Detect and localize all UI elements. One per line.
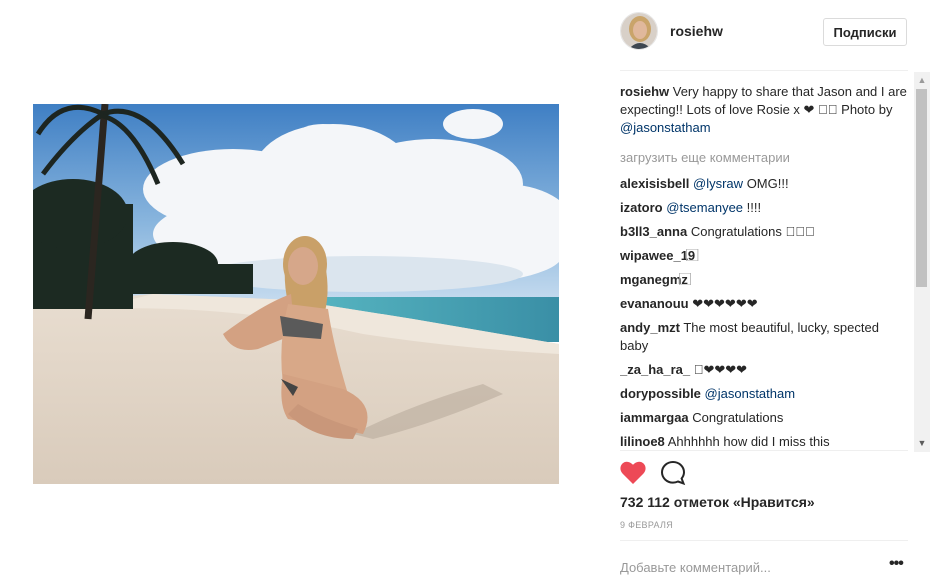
comment-text: ❤❤❤❤❤❤ [692, 296, 758, 311]
scroll-down-arrow-icon[interactable]: ▼ [914, 435, 930, 451]
post-actions [620, 460, 740, 486]
comment-item: lilinoe8 Ahhhhhh how did I miss this [620, 433, 910, 447]
post-header: rosiehw Подписки [620, 10, 908, 55]
scroll-thumb[interactable] [916, 89, 927, 287]
divider [620, 70, 908, 71]
load-more-comments[interactable]: загрузить еще комментарии [620, 149, 910, 167]
comment-username[interactable]: b3ll3_anna [620, 224, 687, 239]
post-date[interactable]: 9 ФЕВРАЛЯ [620, 520, 673, 530]
comment-text: Congratulations [692, 410, 784, 425]
comment-item: iammargaa Congratulations [620, 409, 910, 427]
likes-count[interactable]: 732 112 отметок «Нравится» [620, 494, 815, 510]
comment-username[interactable]: iammargaa [620, 410, 689, 425]
divider [620, 540, 908, 541]
comment-item: andy_mzt The most beautiful, lucky, spec… [620, 319, 910, 355]
comment-icon[interactable] [660, 460, 686, 486]
comment-item: alexisisbell @lysraw OMG!!! [620, 175, 910, 193]
divider [620, 450, 908, 451]
comment-username[interactable]: _za_ha_ra_ [620, 362, 690, 377]
comment-item: evananouu ❤❤❤❤❤❤ [620, 295, 910, 313]
comment-item: wipawee_19 ⃞⃞⃞⃞ [620, 247, 910, 265]
comment-text: ⃞⃞⃞⃞⃞ [691, 272, 693, 287]
comment-username[interactable]: wipawee_19 [620, 248, 695, 263]
author-username[interactable]: rosiehw [670, 23, 723, 39]
comment-item: dorypossible @jasonstatham [620, 385, 910, 403]
comment-item: mganegmz ⃞⃞⃞⃞⃞ [620, 271, 910, 289]
caption-mention[interactable]: @jasonstatham [620, 120, 711, 135]
comment-item: izatoro @tsemanyee !!!! [620, 199, 910, 217]
comments-scrollbar[interactable]: ▲ ▼ [914, 72, 930, 452]
add-comment-input[interactable] [620, 556, 870, 578]
post-photo[interactable] [33, 104, 559, 484]
comment-text: ⃞⃞⃞⃞ [698, 248, 700, 263]
comment-username[interactable]: dorypossible [620, 386, 701, 401]
comment-text: Congratulations ⃞⃞⃞ [690, 224, 815, 239]
comment-username[interactable]: andy_mzt [620, 320, 680, 335]
comment-username[interactable]: mganegmz [620, 272, 688, 287]
comment-text: !!!! [746, 200, 762, 215]
comment-text: Ahhhhhh how did I miss this [667, 434, 830, 447]
comment-mention[interactable]: @tsemanyee [666, 200, 743, 215]
comment-username[interactable]: evananouu [620, 296, 689, 311]
avatar[interactable] [620, 12, 658, 50]
comment-mention[interactable]: @jasonstatham [705, 386, 796, 401]
caption: rosiehw Very happy to share that Jason a… [620, 83, 910, 137]
more-options-icon[interactable]: ••• [889, 556, 909, 575]
comment-username[interactable]: alexisisbell [620, 176, 689, 191]
comment-text: ⃞❤❤❤❤ [703, 362, 748, 377]
follow-button[interactable]: Подписки [823, 18, 907, 46]
caption-username[interactable]: rosiehw [620, 84, 669, 99]
comment-text: OMG!!! [746, 176, 789, 191]
comment-item: _za_ha_ra_ ⃞❤❤❤❤ [620, 361, 910, 379]
heart-icon[interactable] [620, 461, 646, 485]
scroll-up-arrow-icon[interactable]: ▲ [914, 72, 930, 88]
comment-username[interactable]: izatoro [620, 200, 663, 215]
comment-mention[interactable]: @lysraw [693, 176, 743, 191]
comments-list[interactable]: rosiehw Very happy to share that Jason a… [620, 83, 910, 447]
comment-item: b3ll3_anna Congratulations ⃞⃞⃞ [620, 223, 910, 241]
comment-username[interactable]: lilinoe8 [620, 434, 665, 447]
